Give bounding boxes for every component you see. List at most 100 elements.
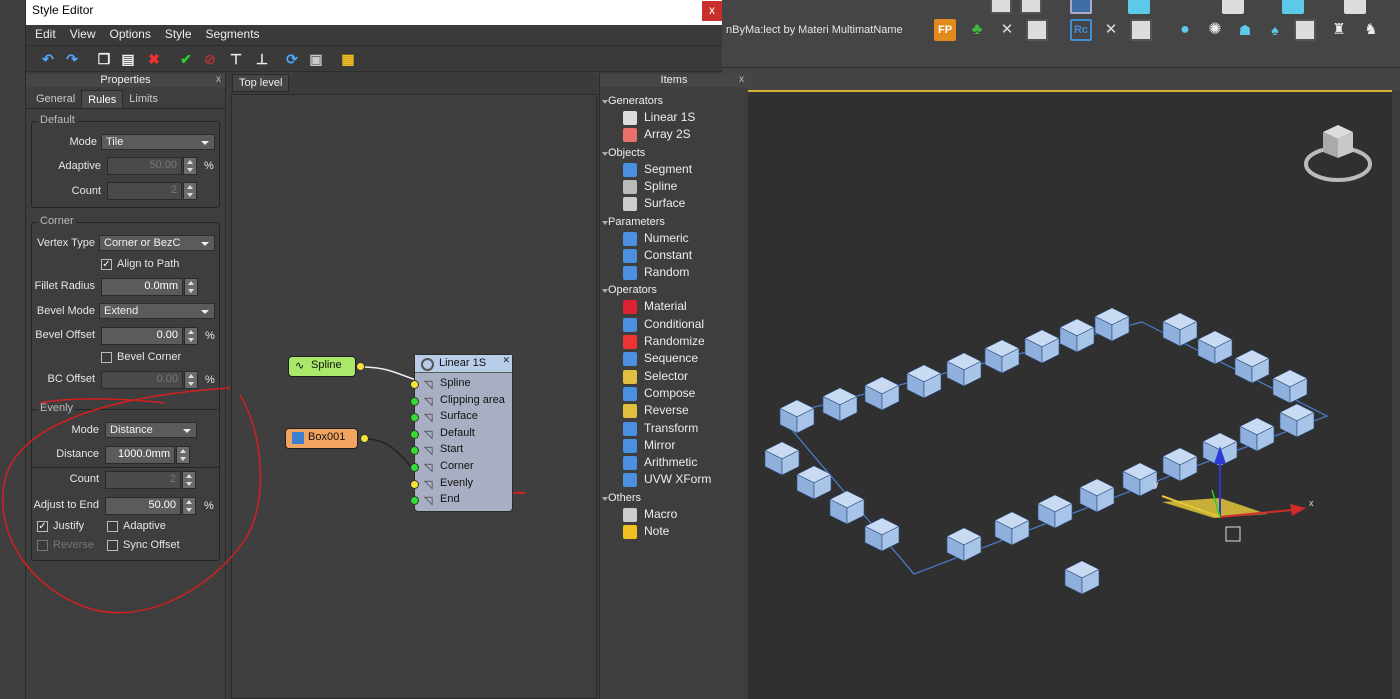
lamp-icon[interactable]: ♜ [1328, 19, 1350, 41]
tools-icon[interactable]: ✕ [996, 19, 1018, 41]
tab-rules[interactable]: Rules [81, 90, 124, 108]
default-mode-dropdown[interactable]: Tile [101, 134, 215, 150]
fp-icon[interactable]: FP [934, 19, 956, 41]
evenly-mode-dropdown[interactable]: Distance [105, 422, 197, 438]
socket-surface-port[interactable] [410, 413, 419, 423]
plant-icon[interactable]: ♠ [1264, 19, 1286, 41]
item-numeric[interactable]: Numeric [623, 231, 689, 246]
sun-icon[interactable]: ✺ [1204, 19, 1226, 41]
item-spline[interactable]: Spline [623, 179, 677, 194]
item-linear-1s[interactable]: Linear 1S [623, 110, 695, 125]
evenly-distance-field[interactable]: 1000.0mm [105, 446, 175, 464]
lock-icon[interactable]: ♞ [1360, 19, 1382, 41]
copy-icon[interactable]: ❐ [96, 51, 112, 67]
socket-end-port[interactable] [410, 496, 419, 506]
top-icon-1[interactable] [990, 0, 1012, 14]
bevel-offset-field[interactable]: 0.00 [101, 327, 183, 345]
viewport[interactable]: x y [722, 90, 1392, 699]
socket-default-port[interactable] [410, 429, 419, 439]
list-icon[interactable] [1026, 19, 1048, 41]
align-bottom-icon[interactable]: ⊥ [254, 51, 270, 67]
default-count-field[interactable]: 2 [107, 182, 182, 200]
items-close-icon[interactable]: x [739, 74, 744, 86]
adjust-to-end-field[interactable]: 50.00 [105, 497, 181, 515]
socket-clipping-area-port[interactable] [410, 396, 419, 406]
default-adaptive-field[interactable]: 50.00 [107, 157, 182, 175]
bevel-mode-dropdown[interactable]: Extend [99, 303, 215, 319]
item-uvw-xform[interactable]: UVW XForm [623, 472, 711, 488]
socket-spline-port[interactable] [410, 380, 419, 389]
item-sequence[interactable]: Sequence [623, 351, 698, 367]
tab-general[interactable]: General [30, 90, 81, 108]
tab-limits[interactable]: Limits [123, 90, 164, 108]
sync-offset-checkbox[interactable] [107, 540, 118, 551]
top-icon-7[interactable] [1344, 0, 1366, 14]
linear-node-close-icon[interactable]: ✕ [502, 355, 510, 366]
evenly-count-field[interactable]: 2 [105, 471, 181, 489]
align-top-icon[interactable]: ⊤ [228, 51, 244, 67]
tab-top-level[interactable]: Top level [232, 74, 290, 92]
linear-1s-node[interactable]: Linear 1S ✕ ◹ Spline ◹ Clipping area ◹ Surfac… [410, 354, 513, 512]
bevel-corner-checkbox[interactable] [101, 352, 112, 363]
item-macro[interactable]: Macro [623, 507, 677, 522]
rc-icon[interactable]: Rc [1070, 19, 1092, 41]
category-parameters[interactable]: Parameters [602, 216, 665, 228]
item-conditional[interactable]: Conditional [623, 317, 704, 332]
top-icon-4[interactable] [1128, 0, 1150, 14]
vertex-type-dropdown[interactable]: Corner or BezC [99, 235, 215, 251]
refresh-icon[interactable]: ⟳ [284, 51, 300, 67]
tree-icon[interactable]: ♣ [966, 19, 988, 41]
justify-checkbox[interactable]: ✓ [37, 521, 48, 532]
box-node-output-port[interactable] [360, 434, 369, 443]
item-compose[interactable]: Compose [623, 386, 695, 401]
item-arithmetic[interactable]: Arithmetic [623, 455, 697, 471]
accept-icon[interactable]: ✔ [178, 51, 194, 67]
menu-style[interactable]: Style [158, 25, 199, 45]
bc-offset-spinner[interactable] [184, 371, 198, 389]
item-reverse[interactable]: Reverse [623, 403, 689, 419]
item-segment[interactable]: Segment [623, 162, 692, 177]
item-mirror[interactable]: Mirror [623, 438, 675, 453]
top-icon-6[interactable] [1282, 0, 1304, 14]
reverse-checkbox[interactable] [37, 540, 48, 551]
properties-close-icon[interactable]: x [216, 74, 221, 86]
menu-segments[interactable]: Segments [199, 25, 267, 45]
item-randomize[interactable]: Randomize [623, 334, 705, 349]
item-note[interactable]: Note [623, 524, 669, 539]
close-button[interactable]: x [702, 1, 722, 21]
cancel-icon[interactable]: ⊘ [202, 51, 218, 67]
adaptive-checkbox[interactable] [107, 521, 118, 532]
menu-edit[interactable]: Edit [28, 25, 63, 45]
book-icon[interactable] [1294, 19, 1316, 41]
category-objects[interactable]: Objects [601, 147, 645, 159]
paste-icon[interactable]: ▤ [120, 51, 136, 67]
spline-node[interactable]: ∿ Spline [288, 356, 356, 377]
category-others[interactable]: Others [601, 492, 641, 504]
default-adaptive-spinner[interactable] [183, 157, 197, 175]
bevel-offset-spinner[interactable] [184, 327, 198, 345]
bulb-icon[interactable]: ● [1174, 19, 1196, 41]
item-random[interactable]: Random [623, 265, 689, 281]
top-icon-3[interactable] [1070, 0, 1092, 14]
category-generators[interactable]: Generators [601, 95, 663, 107]
undo-icon[interactable]: ↶ [40, 51, 56, 67]
note-toolbar-icon[interactable]: ▦ [340, 51, 356, 67]
top-icon-2[interactable] [1020, 0, 1042, 14]
socket-evenly-port[interactable] [410, 479, 419, 489]
item-selector[interactable]: Selector [623, 369, 688, 384]
grid-icon[interactable] [1130, 19, 1152, 41]
delete-icon[interactable]: ✖ [146, 51, 162, 67]
socket-start-port[interactable] [410, 446, 419, 456]
top-icon-5[interactable] [1222, 0, 1244, 14]
menu-view[interactable]: View [63, 25, 103, 45]
box-node[interactable]: Box001 [285, 428, 358, 449]
align-to-path-checkbox[interactable]: ✓ [101, 259, 112, 270]
evenly-count-spinner[interactable] [182, 471, 196, 489]
redo-icon[interactable]: ↷ [64, 51, 80, 67]
save-icon[interactable]: ▣ [308, 51, 324, 67]
adjust-to-end-spinner[interactable] [182, 497, 196, 515]
fillet-radius-field[interactable]: 0.0mm [101, 278, 183, 296]
evenly-distance-spinner[interactable] [176, 446, 190, 464]
socket-corner-port[interactable] [410, 463, 419, 472]
menu-options[interactable]: Options [102, 25, 157, 45]
